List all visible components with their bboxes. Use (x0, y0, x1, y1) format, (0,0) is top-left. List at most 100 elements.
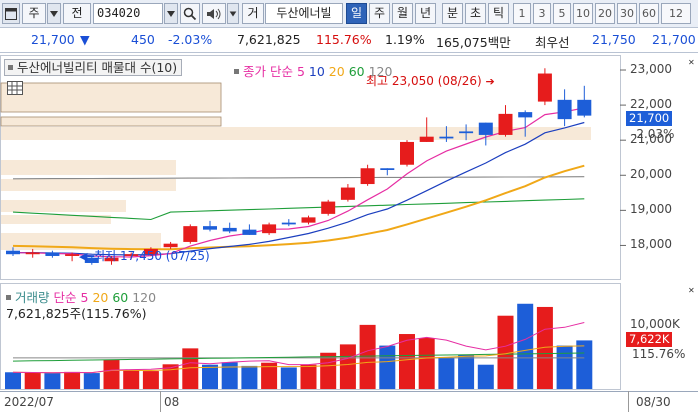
volume-bar (556, 345, 573, 389)
change-percent: -2.03% (168, 32, 213, 47)
period-tab-2[interactable]: 월 (392, 3, 413, 24)
volume-bar (83, 373, 100, 389)
volume-profile-bar (1, 200, 126, 212)
candle-body (262, 224, 277, 234)
candle-body (439, 136, 454, 139)
market-select[interactable]: 주 (22, 3, 46, 24)
stock-chart[interactable]: 두산에너빌리티 매물대 수(10) 종가 단순 5 10 20 60 120 최… (0, 55, 698, 412)
volume-bar (64, 371, 81, 389)
volume-profile-bar (0, 116, 222, 127)
code-mode-button[interactable]: 전 (63, 3, 91, 24)
volume-bar (576, 340, 593, 389)
chart-kind-label: 거 (247, 6, 259, 20)
volume-bar (418, 338, 435, 389)
volume-profile-bar (0, 82, 222, 113)
ma10-legend: 10 (308, 64, 325, 79)
period-tab-4[interactable]: 분 (442, 3, 463, 24)
market-label: 주 (28, 6, 40, 20)
interval-tab-2[interactable]: 5 (553, 3, 571, 24)
volume-bar (379, 345, 396, 389)
panel-close-icon[interactable]: ✕ (688, 287, 696, 295)
candle-body (459, 131, 474, 134)
trade-amount: 165,075백만 (436, 35, 511, 50)
volume-bar (24, 372, 41, 389)
price-axis-tick: 22,000 (630, 97, 672, 112)
price-axis-tick: 18,000 (630, 237, 672, 252)
interval-tab-6[interactable]: 60 (639, 3, 659, 24)
volume-bar (339, 344, 356, 389)
search-icon[interactable] (180, 3, 200, 24)
candle-body (321, 201, 336, 214)
code-dropdown-icon[interactable] (164, 3, 178, 24)
candle-body (577, 99, 592, 116)
last-volume-text: 7,621,825주(115.76%) (6, 306, 147, 321)
market-dropdown-icon[interactable] (47, 3, 61, 24)
interval-tab-3[interactable]: 10 (573, 3, 593, 24)
best-bid: 21,700 (652, 32, 696, 47)
ma-legend-bullet (234, 69, 239, 74)
candle-body (242, 229, 257, 235)
low-arrow-icon: ◀━ (79, 250, 95, 263)
volume-profile-bar (1, 160, 176, 175)
best-quote-label: 최우선 (535, 35, 570, 50)
volume-legend-bullet (6, 295, 11, 300)
stock-name-field[interactable]: 두산에너빌 (265, 3, 343, 24)
x-axis-label-start: 2022/07 (4, 395, 54, 409)
period-tab-0[interactable]: 일 (346, 3, 367, 24)
sound-dropdown-icon[interactable] (227, 3, 239, 24)
volume-bar (359, 324, 376, 389)
price-axis-tick: 20,000 (630, 167, 672, 182)
ma20-legend: 20 (328, 64, 345, 79)
volume-bar (44, 373, 61, 389)
candle-body (222, 227, 237, 232)
candle-body (380, 168, 395, 171)
interval-tab-4[interactable]: 20 (595, 3, 615, 24)
chart-canvas[interactable] (0, 55, 698, 412)
price-info-bar: 21,700 ▼ 450 -2.03% 7,621,825 115.76% 1.… (0, 29, 698, 53)
change-arrow: ▼ (80, 32, 90, 47)
candle-body (518, 112, 533, 118)
period-tab-5[interactable]: 초 (465, 3, 486, 24)
volume-bar (5, 372, 21, 389)
last-volume-ratio-tag: 115.76% (632, 347, 686, 361)
candle-body (340, 187, 355, 200)
volume-bar (241, 365, 258, 389)
stock-code-input[interactable]: 034020 (93, 3, 163, 24)
candle-body (25, 252, 40, 255)
candle-body (360, 168, 375, 185)
volume-bar (477, 364, 494, 389)
volume-profile-bar (1, 179, 176, 191)
turnover-rate: 1.19% (385, 32, 425, 47)
volume-bar (280, 367, 297, 389)
table-grid-icon[interactable] (7, 81, 23, 95)
interval-tab-0[interactable]: 1 (513, 3, 531, 24)
current-price: 21,700 (31, 32, 75, 47)
low-price-note: ◀━최저 17,450 (07/25) (79, 247, 210, 264)
ma-legend-label: 종가 단순 (243, 64, 293, 79)
candle-body (45, 252, 60, 256)
last-price-tag: 21,700 (626, 111, 673, 126)
period-tab-1[interactable]: 주 (369, 3, 390, 24)
candle-body (557, 99, 572, 120)
high-price-note-text: 최고 23,050 (08/26) (366, 74, 482, 88)
candle-body (419, 136, 434, 142)
last-volume-tag: 7,622K (626, 332, 673, 347)
interval-tab-1[interactable]: 3 (533, 3, 551, 24)
volume-bar (221, 362, 238, 389)
chart-kind-button[interactable]: 거 (242, 3, 264, 24)
change-amount: 450 (131, 32, 155, 47)
period-tab-6[interactable]: 틱 (488, 3, 509, 24)
x-axis-label-month: 08 (164, 395, 180, 409)
price-panel-close-icon[interactable]: ✕ (688, 59, 696, 67)
sound-icon[interactable] (202, 3, 226, 24)
interval-tab-5[interactable]: 30 (617, 3, 637, 24)
interval-tab-7[interactable]: 12 (661, 3, 691, 24)
candle-body (400, 141, 414, 165)
volume-axis-tick: 10,000K (630, 317, 680, 331)
chart-layout-icon[interactable] (2, 3, 20, 24)
high-price-note: 최고 23,050 (08/26) ➔ (366, 72, 495, 89)
high-arrow-icon: ➔ (485, 75, 495, 88)
period-tab-3[interactable]: 년 (415, 3, 436, 24)
ma5-legend: 5 (296, 64, 305, 79)
volume-bar (300, 364, 317, 389)
